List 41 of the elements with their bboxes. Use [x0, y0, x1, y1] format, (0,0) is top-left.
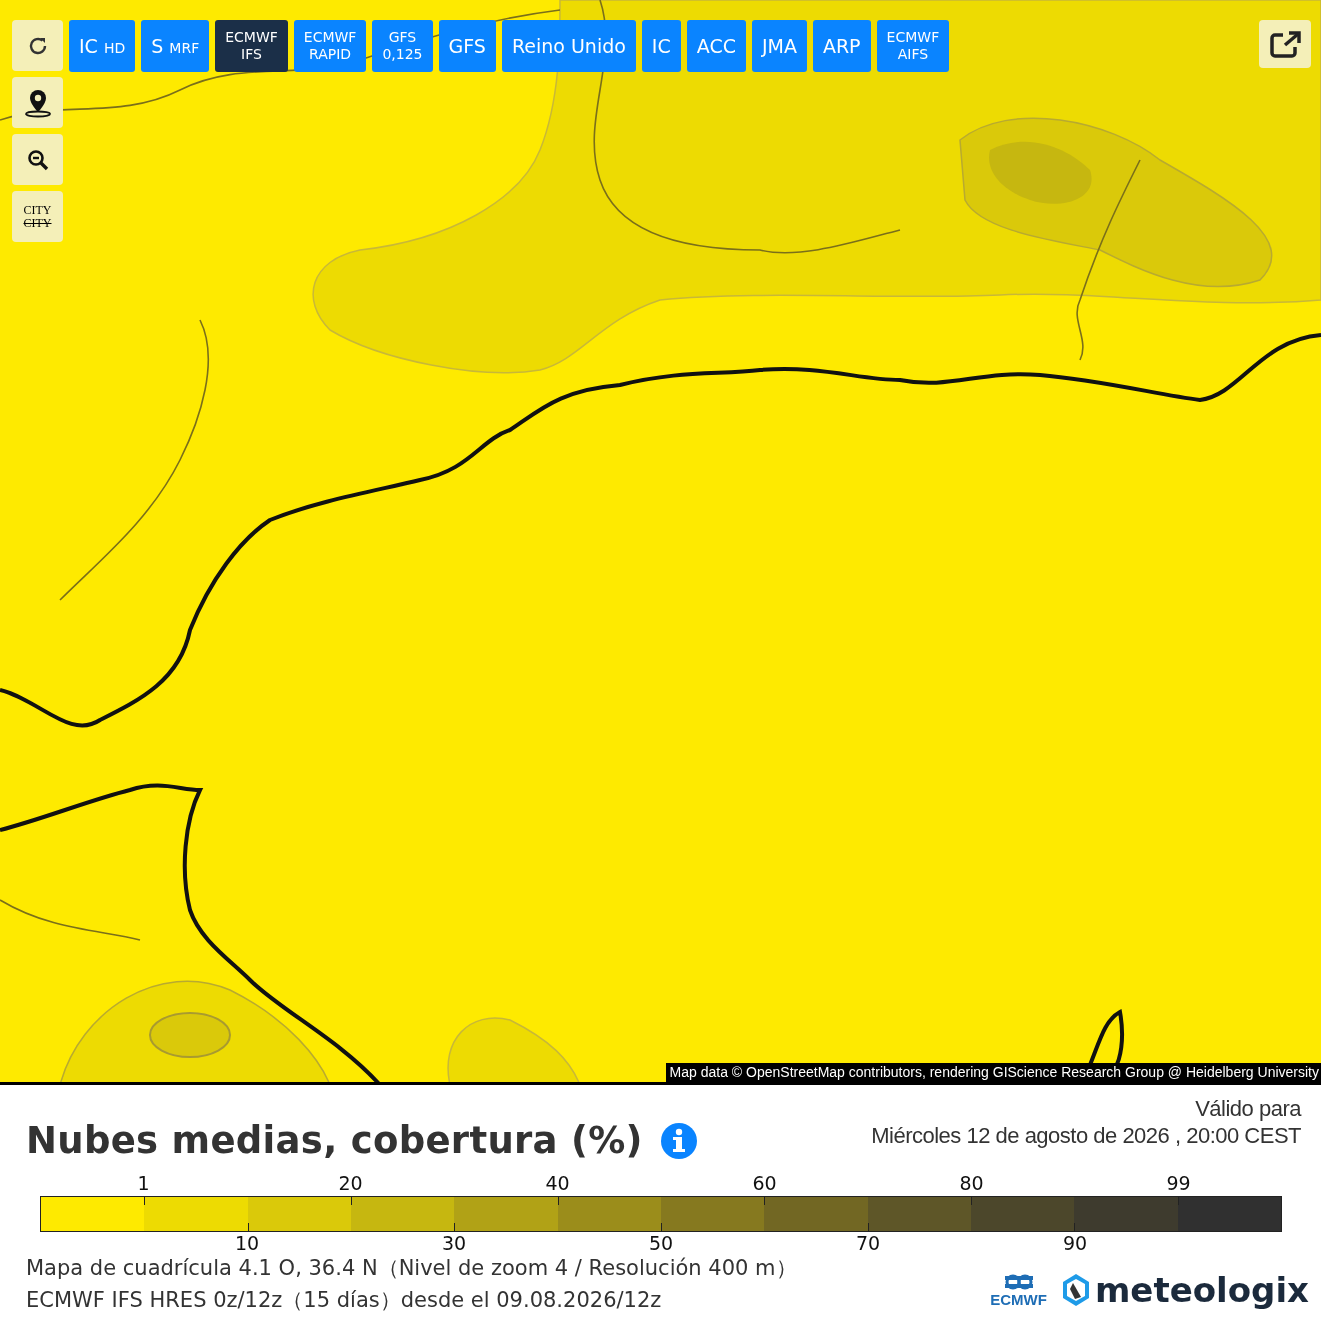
model-tab[interactable]: Reino Unido	[501, 20, 636, 72]
legend-tick-label: 70	[855, 1232, 881, 1254]
city-labels-toggle[interactable]: CITY CITY	[12, 191, 63, 242]
legend-tick-label: 80	[959, 1172, 984, 1194]
model-tab[interactable]: ACC	[686, 20, 746, 72]
zoom-out-icon	[26, 148, 49, 171]
map-info-line: ECMWF IFS HRES 0z/12z（15 días）desde el 09.08.2026/12z	[26, 1287, 662, 1314]
legend-tick-label: 10	[234, 1232, 260, 1254]
model-tab[interactable]: ECMWF AIFS	[876, 20, 950, 72]
legend-tick-label: 30	[441, 1232, 467, 1254]
legend-tick-label: 90	[1062, 1232, 1088, 1254]
valid-label: Válido para	[1194, 1095, 1301, 1122]
reload-button[interactable]	[12, 20, 63, 71]
hexagon-logo-icon	[1060, 1273, 1091, 1307]
model-tab[interactable]: GFS 0,125	[372, 20, 433, 72]
legend-tick-label: 50	[648, 1232, 674, 1254]
ecmwf-logo-text: ECMWF	[990, 1290, 1047, 1308]
model-tab[interactable]: IC HD	[69, 20, 136, 72]
share-icon	[1269, 29, 1301, 59]
legend-tick-label: 40	[545, 1172, 570, 1194]
legend-tick-label: 1	[137, 1172, 150, 1194]
legend-tick-label: 99	[1166, 1172, 1191, 1194]
share-button[interactable]	[1259, 20, 1311, 68]
legend-tick-label: 60	[752, 1172, 777, 1194]
pin-button[interactable]	[12, 77, 63, 128]
map-info-line: Mapa de cuadrícula 4.1 O, 36.4 N（Nivel de zoom 4 / Resolución 400 m）	[26, 1255, 797, 1282]
model-tab[interactable]: ECMWF IFS	[215, 20, 288, 72]
info-icon[interactable]	[660, 1122, 697, 1159]
valid-datetime: Miércoles 12 de agosto de 2026 , 20:00 CEST	[871, 1122, 1301, 1149]
brand-name: meteologix	[1094, 1270, 1309, 1310]
model-tab[interactable]: GFS	[438, 20, 496, 72]
map-attribution: Map data © OpenStreetMap contributors, rendering GIScience Research Group @ Heidelberg University	[665, 1063, 1321, 1082]
legend-tick-label: 20	[338, 1172, 363, 1194]
model-tab[interactable]: JMA	[751, 20, 807, 72]
model-tab[interactable]: IC	[641, 20, 681, 72]
model-tab[interactable]: ECMWF RAPID	[293, 20, 367, 72]
zoom-out-button[interactable]	[12, 134, 63, 185]
model-tab[interactable]: S MRF	[141, 20, 210, 72]
map-title: Nubes medias, cobertura (%)	[26, 1119, 643, 1162]
location-pin-icon	[23, 87, 52, 118]
model-tab[interactable]: ARP	[812, 20, 871, 72]
